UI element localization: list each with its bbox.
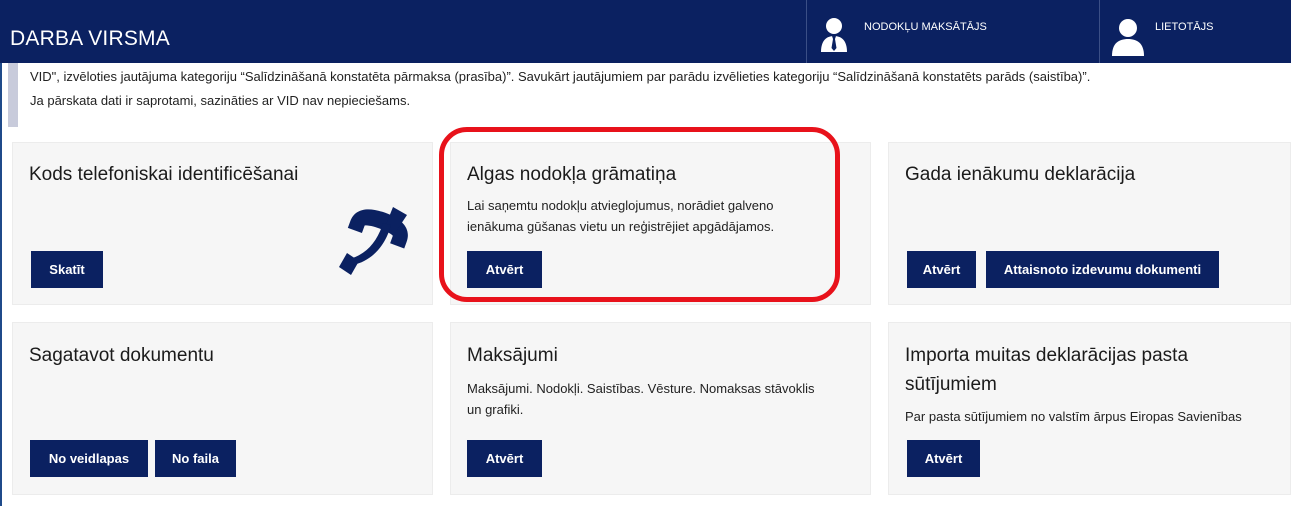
card-title: Gada ienākumu deklarācija	[905, 164, 1136, 185]
open-button[interactable]: Atvērt	[907, 251, 976, 288]
from-form-button[interactable]: No veidlapas	[30, 440, 148, 477]
notice-text-line2: Ja pārskata dati ir saprotami, sazinātie…	[30, 93, 411, 108]
top-header: DARBA VIRSMA NODOKĻU MAKSĀTĀJS LIETOTĀJS	[0, 0, 1291, 63]
notice-text-line1: VID", izvēloties jautājuma kategoriju “S…	[30, 69, 1091, 84]
card-description-line2: ienākuma gūšanas vietu un reģistrējiet a…	[467, 219, 775, 234]
notice-box: VID", izvēloties jautājuma kategoriju “S…	[8, 63, 1291, 127]
page-title: DARBA VIRSMA	[10, 27, 170, 50]
from-file-button[interactable]: No faila	[155, 440, 236, 477]
window-frame	[0, 0, 2, 506]
card-annual-declaration: Gada ienākumu deklarācija Atvērt Attaisn…	[888, 142, 1291, 305]
card-customs-declarations: Importa muitas deklarācijas pasta sūtīju…	[888, 322, 1291, 495]
card-title-line1: Importa muitas deklarācijas pasta	[905, 345, 1189, 366]
user-menu[interactable]: LIETOTĀJS	[1099, 0, 1291, 63]
taxpayer-menu[interactable]: NODOKĻU MAKSĀTĀJS	[806, 0, 1099, 63]
card-title: Maksājumi	[467, 345, 558, 366]
open-button[interactable]: Atvērt	[467, 251, 542, 288]
notice-accent-bar	[8, 63, 18, 127]
taxpayer-label: NODOKĻU MAKSĀTĀJS	[864, 21, 987, 33]
user-tie-icon	[821, 18, 847, 52]
user-icon	[1112, 19, 1144, 56]
card-description: Par pasta sūtījumiem no valstīm ārpus Ei…	[905, 409, 1242, 424]
open-button[interactable]: Atvērt	[467, 440, 542, 477]
phone-icon	[339, 207, 408, 275]
card-title-line2: sūtījumiem	[905, 374, 997, 395]
justified-expenses-button[interactable]: Attaisnoto izdevumu dokumenti	[986, 251, 1219, 288]
open-button[interactable]: Atvērt	[907, 440, 980, 477]
card-description-line1: Lai saņemtu nodokļu atvieglojumus, norād…	[467, 198, 774, 213]
user-label: LIETOTĀJS	[1155, 21, 1214, 33]
card-description-line1: Maksājumi. Nodokļi. Saistības. Vēsture. …	[467, 381, 815, 396]
card-title: Sagatavot dokumentu	[29, 345, 214, 366]
card-title: Algas nodokļa grāmatiņa	[467, 164, 677, 185]
view-button[interactable]: Skatīt	[31, 251, 103, 288]
card-prepare-document: Sagatavot dokumentu No veidlapas No fail…	[12, 322, 433, 495]
card-phone-identification: Kods telefoniskai identificēšanai Skatīt	[12, 142, 433, 305]
card-description-line2: un grafiki.	[467, 402, 524, 417]
card-title: Kods telefoniskai identificēšanai	[29, 164, 299, 185]
card-payments: Maksājumi Maksājumi. Nodokļi. Saistības.…	[450, 322, 871, 495]
card-tax-book: Algas nodokļa grāmatiņa Lai saņemtu nodo…	[450, 142, 871, 305]
